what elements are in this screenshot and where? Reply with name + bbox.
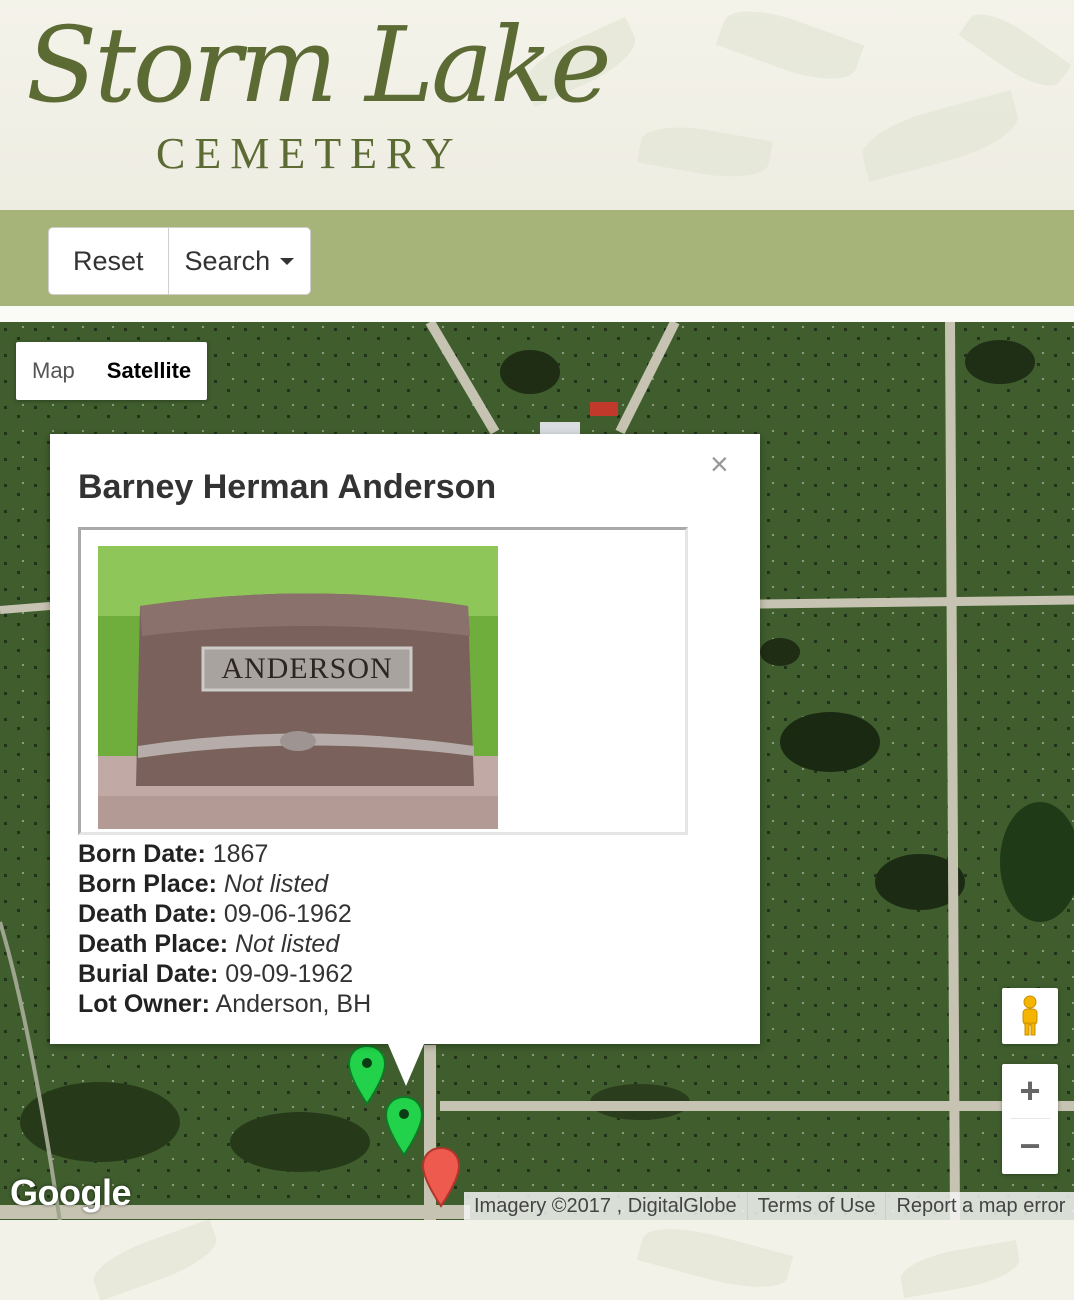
terms-of-use-link[interactable]: Terms of Use — [746, 1192, 886, 1220]
caret-down-icon — [280, 257, 295, 265]
zoom-control: + − — [1002, 1064, 1058, 1174]
search-dropdown-button[interactable]: Search — [167, 228, 311, 294]
detail-value: Anderson, BH — [215, 990, 372, 1018]
headstone-photo-frame: ANDERSON — [78, 527, 688, 835]
detail-label: Born Date: — [78, 840, 206, 868]
death-date-row: Death Date: 09-06-1962 — [78, 899, 371, 929]
headstone-photo[interactable]: ANDERSON — [98, 546, 498, 829]
detail-label: Burial Date: — [78, 960, 219, 988]
leaf-decoration — [958, 2, 1072, 98]
reset-button-label: Reset — [73, 245, 144, 276]
report-map-error-link[interactable]: Report a map error — [885, 1192, 1074, 1220]
logo-subtitle[interactable]: CEMETERY — [156, 128, 463, 179]
zoom-in-button[interactable]: + — [1002, 1064, 1058, 1118]
info-window-title: Barney Herman Anderson — [78, 468, 497, 506]
detail-label: Death Place: — [78, 930, 229, 958]
headstone-inscription: ANDERSON — [221, 652, 393, 685]
imagery-credit: Imagery ©2017 , DigitalGlobe — [474, 1194, 737, 1217]
info-window-pointer — [388, 1044, 424, 1086]
page-footer — [0, 1220, 1074, 1300]
info-window: × Barney Herman Anderson ANDERSON Born D… — [50, 434, 760, 1086]
map-attribution: Imagery ©2017 , DigitalGlobe Terms of Us… — [464, 1192, 1074, 1220]
logo-title[interactable]: Storm Lake — [26, 0, 612, 130]
search-button-label: Search — [184, 245, 271, 276]
leaf-decoration — [637, 119, 773, 185]
burial-date-row: Burial Date: 09-09-1962 — [78, 959, 371, 989]
site-header: Storm Lake CEMETERY — [0, 0, 1074, 210]
detail-value: 1867 — [212, 840, 269, 868]
detail-value: 09-09-1962 — [225, 960, 354, 988]
red-map-marker[interactable] — [420, 1146, 462, 1208]
map-canvas[interactable]: Map Satellite × Barney Herman Anderson A… — [0, 322, 1074, 1220]
detail-label: Lot Owner: — [78, 990, 210, 1018]
born-place-row: Born Place: Not listed — [78, 869, 371, 899]
toolbar: Reset Search — [0, 210, 1074, 306]
map-type-satellite-button[interactable]: Satellite — [91, 342, 207, 400]
toolbar-button-group: Reset Search — [48, 227, 312, 295]
map-type-map-button[interactable]: Map — [16, 342, 91, 400]
divider — [0, 306, 1074, 322]
leaf-decoration — [897, 1239, 1023, 1299]
leaf-decoration — [87, 1220, 223, 1300]
map-type-control: Map Satellite — [16, 342, 208, 400]
detail-value: Not listed — [223, 870, 329, 898]
green-map-marker[interactable] — [346, 1044, 388, 1106]
leaf-decoration — [715, 0, 865, 93]
leaf-decoration — [636, 1220, 794, 1299]
street-view-pegman-icon[interactable] — [1002, 988, 1058, 1044]
death-place-row: Death Place: Not listed — [78, 929, 371, 959]
detail-label: Death Date: — [78, 900, 217, 928]
reset-button[interactable]: Reset — [49, 228, 168, 294]
burial-details: Born Date: 1867 Born Place: Not listed D… — [78, 839, 371, 1019]
lot-owner-row: Lot Owner: Anderson, BH — [78, 989, 371, 1019]
detail-value: 09-06-1962 — [223, 900, 352, 928]
google-logo[interactable]: Google — [10, 1172, 132, 1214]
zoom-out-button[interactable]: − — [1002, 1119, 1058, 1173]
close-icon[interactable]: × — [710, 448, 729, 480]
detail-label: Born Place: — [78, 870, 217, 898]
leaf-decoration — [855, 90, 1025, 182]
detail-value: Not listed — [235, 930, 340, 958]
born-date-row: Born Date: 1867 — [78, 839, 371, 869]
green-map-marker[interactable] — [383, 1095, 425, 1157]
